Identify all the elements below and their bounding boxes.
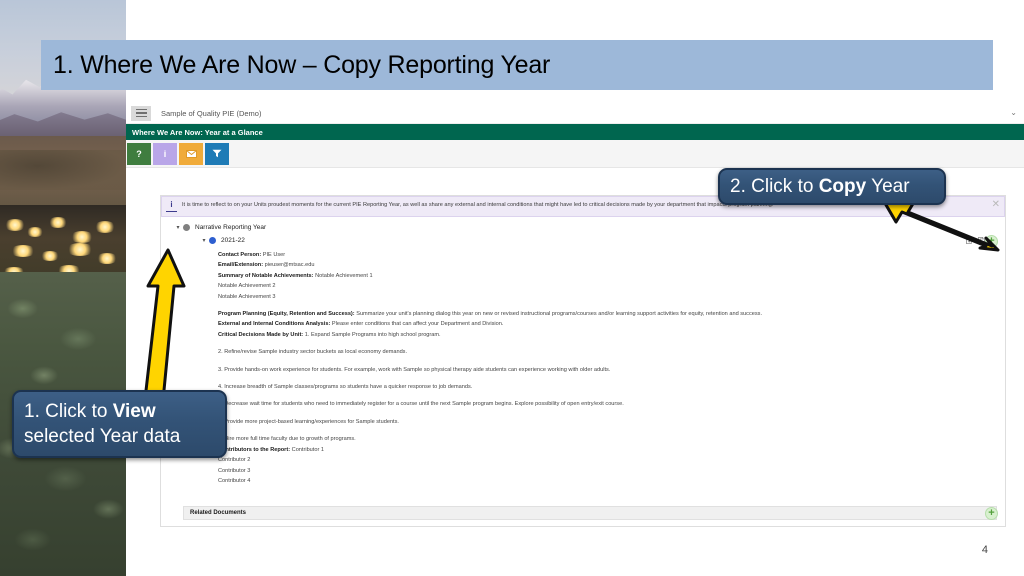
detail-value: Contributor 1	[290, 446, 324, 453]
detail-line: Summary of Notable Achievements: Notable…	[218, 271, 1005, 281]
funnel-icon	[212, 149, 222, 158]
tree-node-narrative-reporting-year[interactable]: ▾ Narrative Reporting Year	[161, 221, 1005, 234]
related-documents-section[interactable]: Related Documents	[183, 506, 997, 520]
slide-title-bar: 1. Where We Are Now – Copy Reporting Yea…	[41, 40, 993, 90]
detail-line: Program Planning (Equity, Retention and …	[218, 309, 1005, 319]
callout-copy-year: 2. Click to Copy Year	[718, 168, 946, 205]
tree-node-label: Narrative Reporting Year	[195, 224, 267, 231]
detail-label: External and Internal Conditions Analysi…	[218, 321, 331, 328]
tree-node-2021-22[interactable]: ▾ 2021-22	[161, 234, 1005, 247]
detail-line: 2. Refine/revise Sample industry sector …	[218, 349, 408, 356]
record-detail: Contact Person: PIE User Email/Extension…	[161, 247, 1005, 486]
plus-glyph: +	[988, 507, 995, 519]
detail-value: Notable Achievement 1	[313, 272, 373, 279]
chevron-down-icon[interactable]: ▾	[173, 225, 183, 231]
tree-node-label: 2021-22	[221, 237, 245, 244]
detail-value: PIE User	[261, 252, 286, 258]
callout-copy-year-text: 2. Click to Copy Year	[720, 174, 944, 199]
info-icon: i	[166, 199, 177, 212]
mail-button[interactable]	[179, 142, 203, 165]
callout-view-year-line1: 1. Click to View	[14, 399, 225, 424]
detail-line: 4. Increase breadth of Sample classes/pr…	[218, 384, 473, 391]
related-documents-label: Related Documents	[190, 510, 247, 516]
help-button[interactable]: ?	[127, 142, 151, 165]
slide-title: 1. Where We Are Now – Copy Reporting Yea…	[53, 50, 551, 79]
callout-suffix: Year	[866, 176, 910, 197]
app-titlebar: Sample of Quality PIE (Demo) ⌄	[126, 103, 1024, 124]
detail-line: 6. Provide more project-based learning/e…	[218, 418, 399, 425]
info-button[interactable]: i	[153, 142, 177, 165]
callout-bold: Copy	[818, 176, 867, 197]
detail-value: pieuser@mtsac.edu	[263, 262, 315, 269]
app-toolbar: ? i	[126, 140, 1024, 168]
callout-prefix: 1. Click to	[24, 401, 113, 422]
callout-prefix: 2. Click to	[730, 176, 819, 197]
chevron-down-icon[interactable]: ▾	[199, 238, 209, 244]
filter-button[interactable]	[205, 142, 229, 165]
slide-canvas: 1. Where We Are Now – Copy Reporting Yea…	[0, 0, 1024, 576]
detail-line: 5. Decrease wait time for students who n…	[218, 401, 624, 408]
detail-line: 3. Provide hands-on work experience for …	[218, 366, 611, 373]
add-related-document-button[interactable]: +	[985, 507, 998, 520]
detail-line: Contributor 4	[218, 477, 251, 484]
callout-view-year: 1. Click to View selected Year data	[12, 390, 227, 458]
detail-line: Contributor 2	[218, 457, 251, 464]
detail-label: Contributors to the Report:	[218, 446, 291, 453]
detail-label: Critical Decisions Made by Unit:	[218, 331, 304, 338]
callout-view-year-line2: selected Year data	[24, 426, 181, 447]
detail-label: Contact Person:	[218, 252, 262, 258]
detail-value: Please enter conditions that can affect …	[330, 321, 504, 328]
detail-line: Contributor 3	[218, 467, 251, 474]
chevron-down-icon[interactable]: ⌄	[1010, 109, 1017, 117]
detail-label: Summary of Notable Achievements:	[218, 272, 314, 279]
photo-hills-shadow	[0, 150, 126, 190]
section-banner-label: Where We Are Now: Year at a Glance	[132, 127, 263, 137]
info-notice-text: It is time to reflect to on your Units p…	[182, 202, 774, 208]
envelope-icon	[185, 149, 197, 158]
detail-line: External and Internal Conditions Analysi…	[218, 319, 1005, 329]
detail-value: Summarize your unit's planning dialog th…	[354, 311, 762, 318]
section-banner: Where We Are Now: Year at a Glance	[126, 124, 1024, 140]
detail-line: Notable Achievement 3	[218, 293, 276, 300]
node-status-dot	[209, 237, 216, 244]
detail-label: Email/Extension:	[218, 262, 264, 269]
node-status-dot	[183, 224, 190, 231]
detail-line: Contributors to the Report: Contributor …	[218, 445, 1005, 455]
detail-line: Critical Decisions Made by Unit: 1. Expa…	[218, 330, 1005, 340]
detail-label: Program Planning (Equity, Retention and …	[218, 311, 355, 318]
detail-line: 7. Hire more full time faculty due to gr…	[218, 436, 356, 443]
detail-value: 1. Expand Sample Programs into high scho…	[303, 331, 441, 338]
detail-line: Notable Achievement 2	[218, 283, 276, 290]
help-glyph: ?	[136, 148, 142, 159]
info-glyph: i	[163, 148, 167, 159]
page-number: 4	[981, 544, 988, 556]
detail-line: Email/Extension: pieuser@mtsac.edu	[218, 260, 1005, 270]
hamburger-icon[interactable]	[131, 105, 151, 121]
callout-bold: View	[112, 401, 156, 422]
arrow-to-copy-icon	[880, 196, 1000, 252]
app-window-title: Sample of Quality PIE (Demo)	[161, 108, 262, 118]
reporting-tree: ▾ Narrative Reporting Year ▾ 2021-22 +	[161, 217, 1005, 248]
